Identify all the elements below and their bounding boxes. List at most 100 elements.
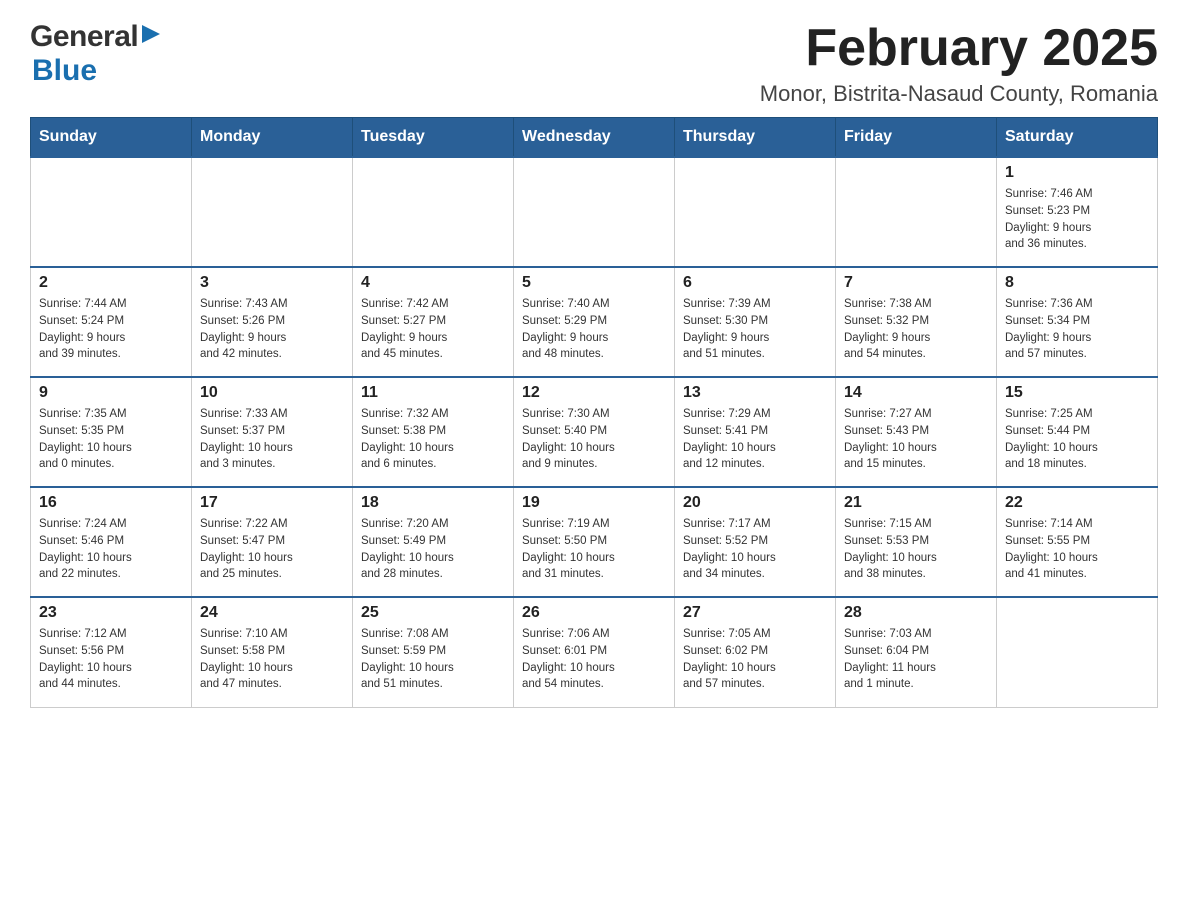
day-info: Sunrise: 7:39 AMSunset: 5:30 PMDaylight:… bbox=[683, 296, 827, 363]
calendar-cell: 4 Sunrise: 7:42 AMSunset: 5:27 PMDaylight… bbox=[353, 267, 514, 377]
day-info: Sunrise: 7:33 AMSunset: 5:37 PMDaylight:… bbox=[200, 406, 344, 473]
day-info: Sunrise: 7:06 AMSunset: 6:01 PMDaylight:… bbox=[522, 626, 666, 693]
calendar-cell: 12 Sunrise: 7:30 AMSunset: 5:40 PMDayligh… bbox=[514, 377, 675, 487]
day-number: 11 bbox=[361, 384, 505, 402]
day-number: 28 bbox=[844, 604, 988, 622]
title-section: February 2025 Monor, Bistrita-Nasaud Cou… bbox=[760, 20, 1158, 107]
weekday-header-monday: Monday bbox=[192, 118, 353, 158]
day-info: Sunrise: 7:32 AMSunset: 5:38 PMDaylight:… bbox=[361, 406, 505, 473]
day-number: 21 bbox=[844, 494, 988, 512]
day-info: Sunrise: 7:36 AMSunset: 5:34 PMDaylight:… bbox=[1005, 296, 1149, 363]
day-info: Sunrise: 7:40 AMSunset: 5:29 PMDaylight:… bbox=[522, 296, 666, 363]
calendar-cell bbox=[31, 157, 192, 267]
day-info: Sunrise: 7:27 AMSunset: 5:43 PMDaylight:… bbox=[844, 406, 988, 473]
day-info: Sunrise: 7:35 AMSunset: 5:35 PMDaylight:… bbox=[39, 406, 183, 473]
calendar-cell: 11 Sunrise: 7:32 AMSunset: 5:38 PMDayligh… bbox=[353, 377, 514, 487]
calendar-cell bbox=[514, 157, 675, 267]
day-number: 20 bbox=[683, 494, 827, 512]
day-info: Sunrise: 7:15 AMSunset: 5:53 PMDaylight:… bbox=[844, 516, 988, 583]
page-header: General Blue February 2025 Monor, Bistri… bbox=[30, 20, 1158, 107]
calendar-table: SundayMondayTuesdayWednesdayThursdayFrid… bbox=[30, 117, 1158, 708]
day-info: Sunrise: 7:44 AMSunset: 5:24 PMDaylight:… bbox=[39, 296, 183, 363]
calendar-cell: 2Sunrise: 7:44 AMSunset: 5:24 PMDaylight… bbox=[31, 267, 192, 377]
day-number: 5 bbox=[522, 274, 666, 292]
calendar-cell: 5 Sunrise: 7:40 AMSunset: 5:29 PMDaylight… bbox=[514, 267, 675, 377]
calendar-cell: 16 Sunrise: 7:24 AMSunset: 5:46 PMDayligh… bbox=[31, 487, 192, 597]
day-info: Sunrise: 7:29 AMSunset: 5:41 PMDaylight:… bbox=[683, 406, 827, 473]
location-subtitle: Monor, Bistrita-Nasaud County, Romania bbox=[760, 81, 1158, 107]
day-info: Sunrise: 7:03 AMSunset: 6:04 PMDaylight:… bbox=[844, 626, 988, 693]
day-number: 12 bbox=[522, 384, 666, 402]
day-number: 19 bbox=[522, 494, 666, 512]
calendar-cell: 13Sunrise: 7:29 AMSunset: 5:41 PMDayligh… bbox=[675, 377, 836, 487]
calendar-week-row: 9 Sunrise: 7:35 AMSunset: 5:35 PMDaylight… bbox=[31, 377, 1158, 487]
logo-general-text: General bbox=[30, 20, 138, 54]
calendar-cell: 24 Sunrise: 7:10 AMSunset: 5:58 PMDayligh… bbox=[192, 597, 353, 707]
calendar-cell: 17 Sunrise: 7:22 AMSunset: 5:47 PMDayligh… bbox=[192, 487, 353, 597]
calendar-cell: 21 Sunrise: 7:15 AMSunset: 5:53 PMDayligh… bbox=[836, 487, 997, 597]
day-number: 9 bbox=[39, 384, 183, 402]
day-info: Sunrise: 7:30 AMSunset: 5:40 PMDaylight:… bbox=[522, 406, 666, 473]
day-number: 25 bbox=[361, 604, 505, 622]
calendar-cell bbox=[997, 597, 1158, 707]
day-number: 3 bbox=[200, 274, 344, 292]
day-info: Sunrise: 7:05 AMSunset: 6:02 PMDaylight:… bbox=[683, 626, 827, 693]
calendar-cell: 18 Sunrise: 7:20 AMSunset: 5:49 PMDayligh… bbox=[353, 487, 514, 597]
calendar-cell: 9 Sunrise: 7:35 AMSunset: 5:35 PMDaylight… bbox=[31, 377, 192, 487]
day-number: 18 bbox=[361, 494, 505, 512]
calendar-week-row: 16 Sunrise: 7:24 AMSunset: 5:46 PMDayligh… bbox=[31, 487, 1158, 597]
day-info: Sunrise: 7:10 AMSunset: 5:58 PMDaylight:… bbox=[200, 626, 344, 693]
day-number: 8 bbox=[1005, 274, 1149, 292]
calendar-cell: 10 Sunrise: 7:33 AMSunset: 5:37 PMDayligh… bbox=[192, 377, 353, 487]
day-info: Sunrise: 7:22 AMSunset: 5:47 PMDaylight:… bbox=[200, 516, 344, 583]
day-number: 26 bbox=[522, 604, 666, 622]
day-number: 15 bbox=[1005, 384, 1149, 402]
weekday-header-sunday: Sunday bbox=[31, 118, 192, 158]
weekday-header-thursday: Thursday bbox=[675, 118, 836, 158]
day-info: Sunrise: 7:46 AMSunset: 5:23 PMDaylight:… bbox=[1005, 186, 1149, 253]
day-number: 16 bbox=[39, 494, 183, 512]
day-number: 17 bbox=[200, 494, 344, 512]
calendar-cell: 3 Sunrise: 7:43 AMSunset: 5:26 PMDaylight… bbox=[192, 267, 353, 377]
weekday-header-wednesday: Wednesday bbox=[514, 118, 675, 158]
day-number: 27 bbox=[683, 604, 827, 622]
weekday-header-tuesday: Tuesday bbox=[353, 118, 514, 158]
calendar-cell: 1 Sunrise: 7:46 AMSunset: 5:23 PMDaylight… bbox=[997, 157, 1158, 267]
day-info: Sunrise: 7:25 AMSunset: 5:44 PMDaylight:… bbox=[1005, 406, 1149, 473]
calendar-week-row: 23Sunrise: 7:12 AMSunset: 5:56 PMDayligh… bbox=[31, 597, 1158, 707]
calendar-cell: 28 Sunrise: 7:03 AMSunset: 6:04 PMDayligh… bbox=[836, 597, 997, 707]
calendar-cell bbox=[353, 157, 514, 267]
weekday-header-saturday: Saturday bbox=[997, 118, 1158, 158]
day-number: 24 bbox=[200, 604, 344, 622]
weekday-header-friday: Friday bbox=[836, 118, 997, 158]
day-info: Sunrise: 7:20 AMSunset: 5:49 PMDaylight:… bbox=[361, 516, 505, 583]
day-info: Sunrise: 7:08 AMSunset: 5:59 PMDaylight:… bbox=[361, 626, 505, 693]
calendar-week-row: 2Sunrise: 7:44 AMSunset: 5:24 PMDaylight… bbox=[31, 267, 1158, 377]
calendar-cell bbox=[675, 157, 836, 267]
calendar-week-row: 1 Sunrise: 7:46 AMSunset: 5:23 PMDaylight… bbox=[31, 157, 1158, 267]
day-number: 6 bbox=[683, 274, 827, 292]
calendar-cell: 23Sunrise: 7:12 AMSunset: 5:56 PMDayligh… bbox=[31, 597, 192, 707]
day-number: 10 bbox=[200, 384, 344, 402]
calendar-cell: 25 Sunrise: 7:08 AMSunset: 5:59 PMDayligh… bbox=[353, 597, 514, 707]
day-info: Sunrise: 7:43 AMSunset: 5:26 PMDaylight:… bbox=[200, 296, 344, 363]
day-number: 1 bbox=[1005, 164, 1149, 182]
calendar-cell: 22Sunrise: 7:14 AMSunset: 5:55 PMDayligh… bbox=[997, 487, 1158, 597]
day-info: Sunrise: 7:19 AMSunset: 5:50 PMDaylight:… bbox=[522, 516, 666, 583]
day-info: Sunrise: 7:24 AMSunset: 5:46 PMDaylight:… bbox=[39, 516, 183, 583]
calendar-cell: 26 Sunrise: 7:06 AMSunset: 6:01 PMDayligh… bbox=[514, 597, 675, 707]
calendar-cell bbox=[192, 157, 353, 267]
day-number: 22 bbox=[1005, 494, 1149, 512]
calendar-cell bbox=[836, 157, 997, 267]
day-info: Sunrise: 7:17 AMSunset: 5:52 PMDaylight:… bbox=[683, 516, 827, 583]
calendar-cell: 27 Sunrise: 7:05 AMSunset: 6:02 PMDayligh… bbox=[675, 597, 836, 707]
logo-triangle-icon bbox=[140, 23, 162, 45]
logo: General Blue bbox=[30, 20, 162, 88]
calendar-cell: 14 Sunrise: 7:27 AMSunset: 5:43 PMDayligh… bbox=[836, 377, 997, 487]
day-number: 14 bbox=[844, 384, 988, 402]
day-info: Sunrise: 7:42 AMSunset: 5:27 PMDaylight:… bbox=[361, 296, 505, 363]
day-number: 4 bbox=[361, 274, 505, 292]
calendar-cell: 15 Sunrise: 7:25 AMSunset: 5:44 PMDayligh… bbox=[997, 377, 1158, 487]
calendar-cell: 8 Sunrise: 7:36 AMSunset: 5:34 PMDaylight… bbox=[997, 267, 1158, 377]
month-title: February 2025 bbox=[760, 20, 1158, 77]
